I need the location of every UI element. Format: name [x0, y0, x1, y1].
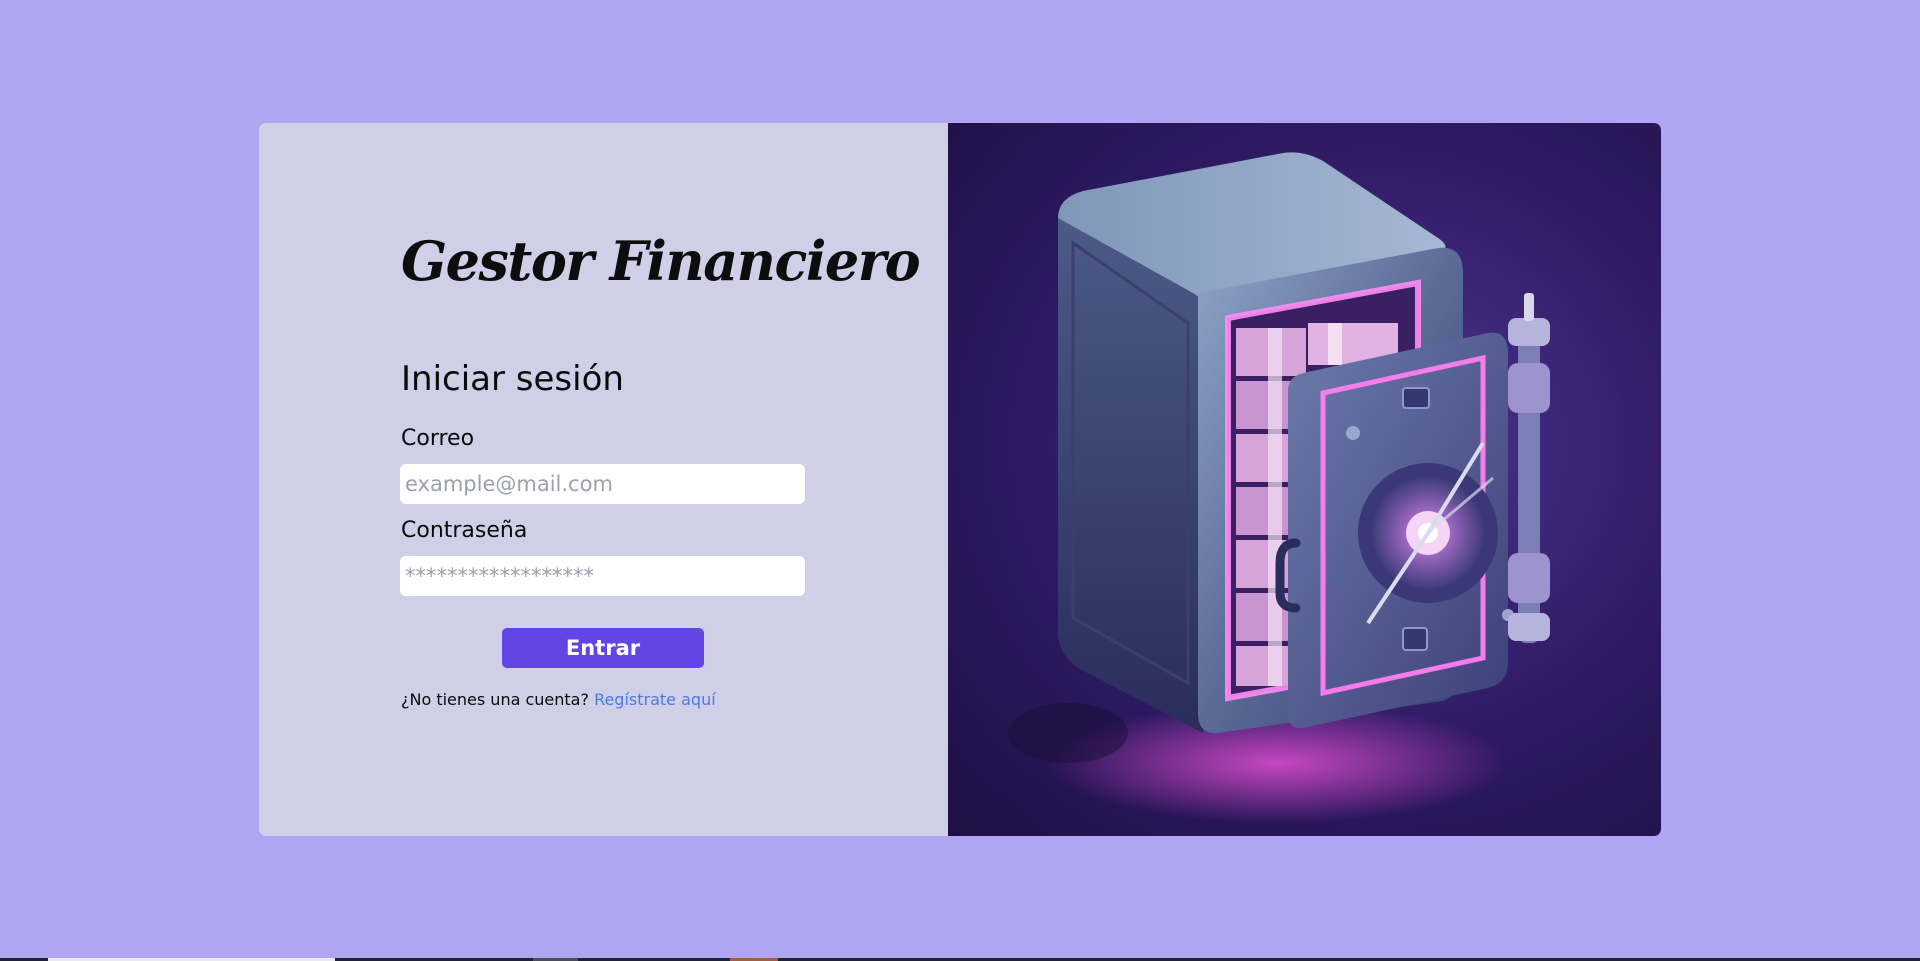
login-button[interactable]: Entrar — [502, 628, 704, 668]
signup-prompt-row: ¿No tienes una cuenta? Regístrate aquí — [401, 690, 716, 709]
hero-illustration-panel — [948, 123, 1661, 836]
password-label: Contraseña — [401, 518, 528, 543]
signup-link[interactable]: Regístrate aquí — [594, 690, 716, 709]
email-label: Correo — [401, 426, 475, 451]
brand-logo: Gestor Financiero — [401, 229, 921, 293]
login-panel: Gestor Financiero Iniciar sesión Correo … — [259, 123, 948, 836]
email-field[interactable] — [400, 464, 805, 504]
signup-prompt-text: ¿No tienes una cuenta? — [401, 690, 589, 709]
login-card: Gestor Financiero Iniciar sesión Correo … — [259, 123, 1661, 836]
password-field[interactable] — [400, 556, 805, 596]
login-title: Iniciar sesión — [401, 359, 624, 399]
safe-with-cash-icon — [1008, 152, 1550, 823]
